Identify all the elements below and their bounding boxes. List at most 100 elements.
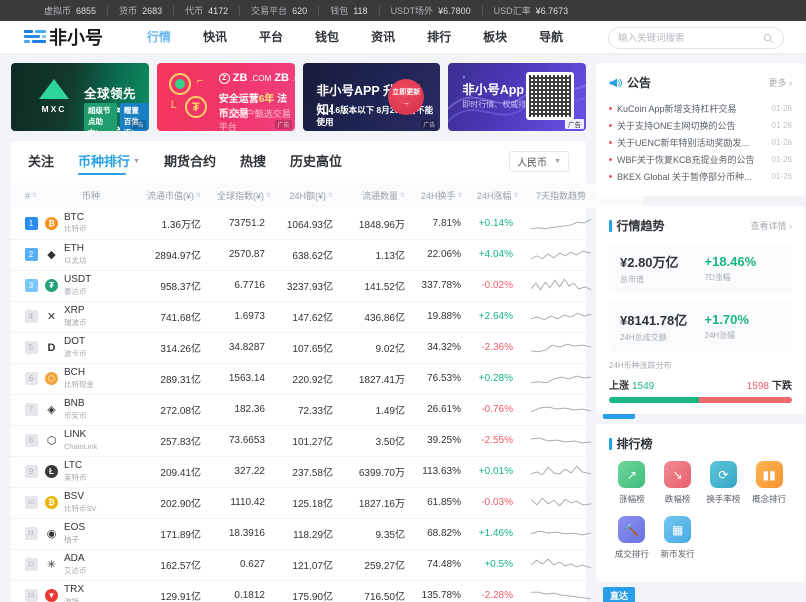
search-icon[interactable] <box>763 33 774 44</box>
cell-coin[interactable]: ⬡ LINK ChainLink <box>45 425 137 457</box>
cell-coin[interactable]: ₿ BSV 比特币SV <box>45 487 137 519</box>
sort-icon[interactable]: ⇅ <box>514 193 519 199</box>
cell-coin[interactable]: ◆ ETH 以太坊 <box>45 239 137 271</box>
column-header-7[interactable]: 24H涨幅 ⇅ <box>477 183 529 208</box>
search-box[interactable] <box>608 27 784 49</box>
cell-rank: 11 <box>11 518 45 550</box>
announcement-item[interactable]: BKEX Global 关于暂停部分币种... 01-26 <box>609 168 792 185</box>
cell-coin[interactable]: ₿ BTC 比特币 <box>45 208 137 240</box>
announcement-item[interactable]: 关于UENC新年特别活动奖励发... 01-26 <box>609 134 792 151</box>
cell-rank: 13 <box>11 580 45 602</box>
coin-symbol: ETH <box>64 243 84 254</box>
nav-link-行情[interactable]: 行情 <box>131 21 187 54</box>
topbar-stat-value: ¥6.7800 <box>438 5 471 16</box>
sort-icon[interactable]: ⇅ <box>458 193 463 199</box>
nav-link-排行[interactable]: 排行 <box>411 21 467 54</box>
currency-select[interactable]: 人民币 ▼ <box>509 151 569 172</box>
table-row[interactable]: 10 ₿ BSV 比特币SV 202.90亿 1110.42 125.18亿 1827.16万… <box>11 487 643 519</box>
table-row[interactable]: 4 ✕ XRP 瑞波币 741.68亿 1.6973 147.62亿 436.86亿 19.88… <box>11 301 643 333</box>
rankboard-item-涨幅榜[interactable]: ↗ 涨幅榜 <box>609 461 655 505</box>
site-logo[interactable]: 非小号 <box>24 24 103 50</box>
rankboard-item-新币发行[interactable]: ▦ 新币发行 <box>655 516 701 560</box>
table-row[interactable]: 1 ₿ BTC 比特币 1.36万亿 73751.2 1064.93亿 1848.96万 7.8… <box>11 208 643 240</box>
rankboard-item-概念排行[interactable]: ▮▮ 概念排行 <box>746 461 792 505</box>
cell-volume-24h: 147.62亿 <box>281 301 349 333</box>
coin-symbol: DOT <box>64 336 86 347</box>
cell-coin[interactable]: D DOT 波卡币 <box>45 332 137 364</box>
column-header-5[interactable]: 流通数量 ⇅ <box>349 183 421 208</box>
cell-coin[interactable]: ⬡ BCH 比特现金 <box>45 363 137 395</box>
announcement-text[interactable]: KuCoin App新增支持杠杆交易 <box>617 102 766 115</box>
table-row[interactable]: 2 ◆ ETH 以太坊 2894.97亿 2570.87 638.62亿 1.13亿 22.06… <box>11 239 643 271</box>
banner-update-button[interactable]: 立即更新 → <box>388 79 425 115</box>
announcement-item[interactable]: KuCoin App新增支持杠杆交易 01-26 <box>609 100 792 117</box>
column-header-0[interactable]: # ⇅ <box>11 183 45 208</box>
nav-link-平台[interactable]: 平台 <box>243 21 299 54</box>
announcement-item[interactable]: WBF关于恢复KCB充提业务的公告 01-26 <box>609 151 792 168</box>
cell-turnover-24h: 74.48% <box>421 549 477 581</box>
cell-rank: 9 <box>11 456 45 488</box>
table-row[interactable]: 12 ✳ ADA 艾达币 162.57亿 0.627 121.07亿 259.27亿 74.48… <box>11 549 643 581</box>
rankboard-item-换手率榜[interactable]: ⟳ 换手率榜 <box>701 461 747 505</box>
cell-coin[interactable]: ▼ TRX 波场 <box>45 580 137 602</box>
table-row[interactable]: 5 D DOT 波卡币 314.26亿 34.8287 107.65亿 9.02亿 34.32%… <box>11 332 643 364</box>
sparkline-chart <box>531 312 591 321</box>
nav-link-板块[interactable]: 板块 <box>467 21 523 54</box>
sort-icon[interactable]: ⇅ <box>196 193 201 199</box>
rankboard-glyph: 🔨 <box>624 522 640 537</box>
tab-期货合约[interactable]: 期货合约 <box>164 141 216 183</box>
cell-turnover-24h: 337.78% <box>421 270 477 302</box>
banner-mxc[interactable]: MXC 全球领先的资产交易平台 超级节点助力! 赠置百信币! 广告 <box>11 63 149 131</box>
market-trend-more-link[interactable]: 查看详情 › <box>750 219 792 232</box>
column-header-4[interactable]: 24H额(¥) ⇅ <box>281 183 349 208</box>
nav-link-钱包[interactable]: 钱包 <box>299 21 355 54</box>
announcement-text[interactable]: 关于UENC新年特别活动奖励发... <box>617 136 766 149</box>
tab-历史高位[interactable]: 历史高位 <box>290 141 342 183</box>
sort-icon[interactable]: ⇅ <box>328 193 333 199</box>
announcement-text[interactable]: 关于支持ONE主网切换的公告 <box>617 119 766 132</box>
tab-关注[interactable]: 关注 <box>28 141 54 183</box>
cell-sparkline <box>529 487 595 519</box>
table-row[interactable]: 3 ₮ USDT 泰达币 958.37亿 6.7716 3237.93亿 141.52亿 337… <box>11 270 643 302</box>
cell-coin[interactable]: ✕ XRP 瑞波币 <box>45 301 137 333</box>
cell-coin[interactable]: Ł LTC 莱特币 <box>45 456 137 488</box>
tab-热搜[interactable]: 热搜 <box>240 141 266 183</box>
search-input[interactable] <box>618 32 763 44</box>
tab-币种排行[interactable]: 币种排行 ▼ <box>78 141 140 183</box>
column-header-6[interactable]: 24H换手 ⇅ <box>421 183 477 208</box>
banner-zb[interactable]: ₮ ⌐ L Z ZB .COM ZB .CN 安全运营6年 法币交易 千万用户甄… <box>156 63 295 131</box>
table-row[interactable]: 13 ▼ TRX 波场 129.91亿 0.1812 175.90亿 716.50亿 135.7… <box>11 580 643 602</box>
sort-icon[interactable]: ⇅ <box>400 193 405 199</box>
announcement-more-link[interactable]: 更多 › <box>768 76 792 89</box>
rankboard-label: 概念排行 <box>752 494 787 504</box>
table-row[interactable]: 8 ⬡ LINK ChainLink 257.83亿 73.6653 101.27亿 3.50… <box>11 425 643 457</box>
cell-coin[interactable]: ◈ BNB 币安币 <box>45 394 137 426</box>
announcement-text[interactable]: WBF关于恢复KCB充提业务的公告 <box>617 153 766 166</box>
sort-icon[interactable]: ⇅ <box>32 193 37 199</box>
announcement-date: 01-26 <box>771 155 792 164</box>
sort-icon[interactable]: ⇅ <box>266 193 271 199</box>
nav-link-导航[interactable]: 导航 <box>523 21 579 54</box>
column-header-3[interactable]: 全球指数(¥) ⇅ <box>217 183 281 208</box>
banner-app2[interactable]: 非小号App 2.0 即时行情、权威排行 广告 <box>448 63 586 131</box>
table-row[interactable]: 9 Ł LTC 莱特币 209.41亿 327.22 237.58亿 6399.70万 113.… <box>11 456 643 488</box>
cell-volume-24h: 118.29亿 <box>281 518 349 550</box>
table-row[interactable]: 7 ◈ BNB 币安币 272.08亿 182.36 72.33亿 1.49亿 26.61% -0… <box>11 394 643 426</box>
cell-supply: 1.49亿 <box>349 394 421 426</box>
column-header-2[interactable]: 流通市值(¥) ⇅ <box>137 183 217 208</box>
nav-link-资讯[interactable]: 资讯 <box>355 21 411 54</box>
rankboard-item-跌幅榜[interactable]: ↘ 跌幅榜 <box>655 461 701 505</box>
cell-coin[interactable]: ◉ EOS 柚子 <box>45 518 137 550</box>
table-row[interactable]: 11 ◉ EOS 柚子 171.89亿 18.3916 118.29亿 9.35亿 68.82%… <box>11 518 643 550</box>
rankboard-item-成交排行[interactable]: 🔨 成交排行 <box>609 516 655 560</box>
nav-link-快讯[interactable]: 快讯 <box>187 21 243 54</box>
chevron-down-icon[interactable]: ▼ <box>133 141 140 183</box>
cell-coin[interactable]: ₮ USDT 泰达币 <box>45 270 137 302</box>
cell-coin[interactable]: ✳ ADA 艾达币 <box>45 549 137 581</box>
banner-app-upgrade[interactable]: 非小号APP 升级通知！ v1.4.6版本以下 8月20日将不能使用 立即更新 … <box>302 63 441 131</box>
announcement-text[interactable]: BKEX Global 关于暂停部分币种... <box>617 170 766 183</box>
cell-sparkline <box>529 456 595 488</box>
cell-change-24h: +0.01% <box>477 456 529 488</box>
table-row[interactable]: 6 ⬡ BCH 比特现金 289.31亿 1563.14 220.92亿 1827.41万 76… <box>11 363 643 395</box>
announcement-item[interactable]: 关于支持ONE主网切换的公告 01-26 <box>609 117 792 134</box>
